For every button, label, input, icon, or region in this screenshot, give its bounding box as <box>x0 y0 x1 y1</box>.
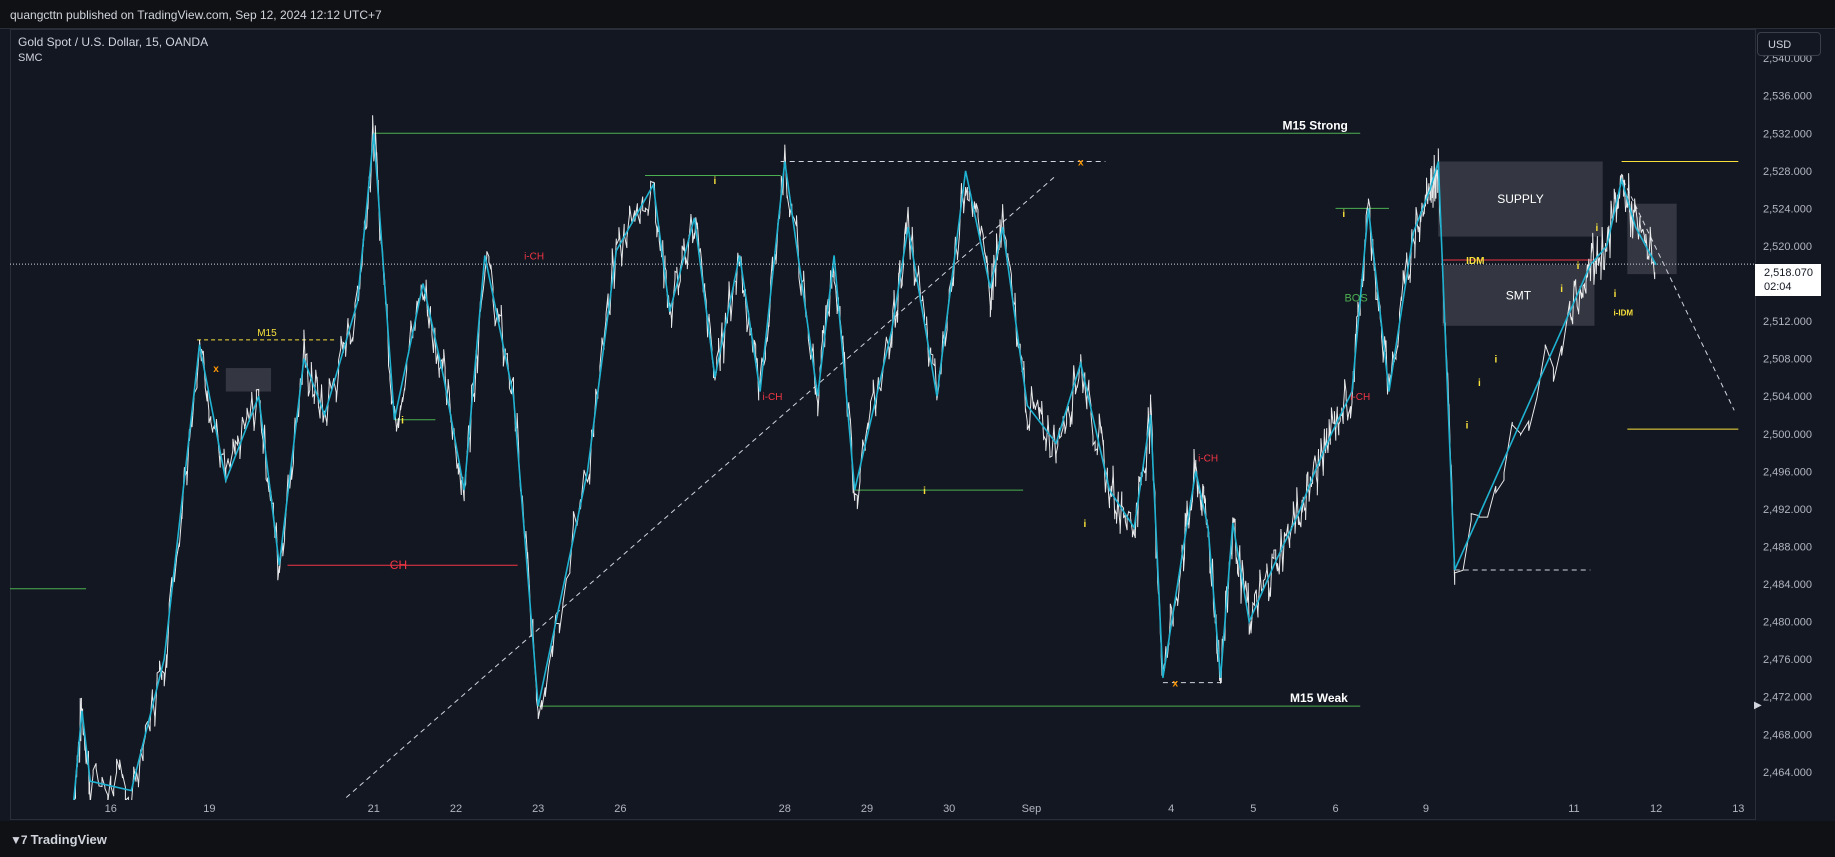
x-tick-label-1: 19 <box>203 803 215 815</box>
zone-box-3 <box>225 368 272 392</box>
x-tick-label-10: 4 <box>1168 803 1174 815</box>
level-label-0: M15 Strong <box>1283 118 1348 132</box>
annotation-17: x <box>1078 157 1084 168</box>
annotation-10: i <box>1478 378 1481 389</box>
y-tick-label-18: 2,536.000 <box>1763 91 1812 103</box>
bar-countdown: 02:04 <box>1764 281 1792 293</box>
annotation-21: i-IDM <box>1613 309 1633 318</box>
x-tick-label-4: 23 <box>532 803 544 815</box>
y-tick-label-5: 2,484.000 <box>1763 579 1812 591</box>
zone-label-1: SMT <box>1506 288 1532 302</box>
y-tick-label-4: 2,480.000 <box>1763 617 1812 629</box>
annotation-19: BOS <box>1344 293 1367 305</box>
x-tick-label-15: 12 <box>1650 803 1662 815</box>
x-tick-label-2: 21 <box>368 803 380 815</box>
annotation-16: x <box>213 364 219 375</box>
annotation-14: i <box>1596 223 1599 234</box>
annotation-8: i <box>1342 209 1345 220</box>
x-tick-label-8: 30 <box>943 803 955 815</box>
x-tick-label-11: 5 <box>1250 803 1256 815</box>
brand-name: TradingView <box>30 832 107 847</box>
annotation-0: i-CH <box>524 251 544 262</box>
trend-line-up <box>342 175 1057 800</box>
annotation-5: i <box>714 176 717 187</box>
zigzag-swing-line <box>73 133 1657 800</box>
annotation-4: i <box>401 416 404 427</box>
y-tick-label-1: 2,468.000 <box>1763 729 1812 741</box>
x-tick-label-16: 13 <box>1732 803 1744 815</box>
trend-line-down <box>1622 180 1735 411</box>
annotation-15: i <box>1614 289 1617 300</box>
tradingview-logo-icon: ▼7 <box>10 833 28 847</box>
annotation-18: x <box>1172 679 1178 690</box>
x-tick-label-5: 26 <box>614 803 626 815</box>
annotation-9: i <box>1466 420 1469 431</box>
x-tick-label-7: 29 <box>861 803 873 815</box>
x-tick-label-9: Sep <box>1022 803 1042 815</box>
annotation-2: i-CH <box>1198 453 1218 464</box>
x-tick-label-14: 11 <box>1568 803 1579 815</box>
annotation-6: i <box>923 486 926 497</box>
annotation-13: i <box>1577 261 1580 272</box>
x-tick-label-3: 22 <box>450 803 462 815</box>
zone-label-0: SUPPLY <box>1497 192 1543 206</box>
y-tick-label-7: 2,492.000 <box>1763 504 1812 516</box>
x-tick-label-0: 16 <box>105 803 117 815</box>
current-price-label: 2,518.070 02:04 <box>1755 264 1821 296</box>
y-tick-label-16: 2,528.000 <box>1763 166 1812 178</box>
indicator-label[interactable]: SMC <box>18 52 42 64</box>
x-tick-label-6: 28 <box>779 803 791 815</box>
level-label-3: M15 <box>257 328 277 339</box>
plot-layer: SUPPLY SMT M15 Strong M15 Weak CH M15 i-CH i-CH… <box>10 115 1739 800</box>
annotation-12: i <box>1560 284 1563 295</box>
y-tick-label-3: 2,476.000 <box>1763 654 1812 666</box>
y-tick-label-8: 2,496.000 <box>1763 466 1812 478</box>
scroll-right-icon[interactable]: ▶ <box>1754 700 1762 711</box>
annotation-7: i <box>1083 519 1086 530</box>
footer-bar <box>0 821 1835 857</box>
y-tick-label-0: 2,464.000 <box>1763 767 1812 779</box>
y-tick-label-6: 2,488.000 <box>1763 541 1812 553</box>
x-tick-label-13: 9 <box>1423 803 1429 815</box>
tradingview-brand[interactable]: ▼7 TradingView <box>10 832 107 847</box>
annotation-3: i-CH <box>1350 392 1370 403</box>
level-label-2: CH <box>390 558 407 572</box>
y-tick-label-17: 2,532.000 <box>1763 128 1812 140</box>
y-tick-label-11: 2,508.000 <box>1763 354 1812 366</box>
y-tick-label-12: 2,512.000 <box>1763 316 1812 328</box>
annotation-11: i <box>1494 355 1497 366</box>
y-tick-label-15: 2,524.000 <box>1763 203 1812 215</box>
annotation-1: i-CH <box>762 392 782 403</box>
currency-button[interactable]: USD <box>1757 32 1821 56</box>
y-tick-label-14: 2,520.000 <box>1763 241 1812 253</box>
annotation-20: IDM <box>1466 256 1484 267</box>
y-tick-label-2: 2,472.000 <box>1763 692 1812 704</box>
x-tick-label-12: 6 <box>1332 803 1338 815</box>
current-price-value: 2,518.070 <box>1764 267 1813 279</box>
symbol-title[interactable]: Gold Spot / U.S. Dollar, 15, OANDA <box>18 35 208 49</box>
price-chart[interactable]: SUPPLY SMT M15 Strong M15 Weak CH M15 i-CH i-CH… <box>0 0 1835 857</box>
y-tick-label-10: 2,504.000 <box>1763 391 1812 403</box>
y-tick-label-9: 2,500.000 <box>1763 429 1812 441</box>
level-label-1: M15 Weak <box>1290 691 1348 705</box>
